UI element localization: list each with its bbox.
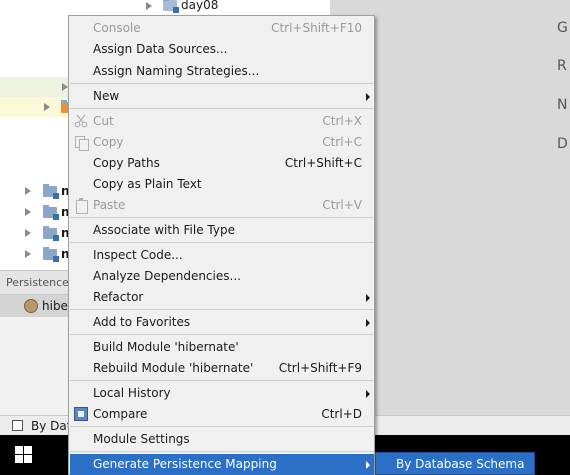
menu-separator <box>70 309 374 310</box>
menu-separator <box>70 83 374 84</box>
menu-item-label: Cut <box>93 114 114 128</box>
menu-item-compare[interactable]: Compare Ctrl+D <box>70 404 374 425</box>
menu-item-module-settings[interactable]: Module Settings <box>70 429 374 450</box>
compare-icon <box>74 407 88 421</box>
copy-icon <box>74 135 89 151</box>
submenu-item-by-database-schema[interactable]: By Database Schema <box>376 453 534 474</box>
module-folder-icon <box>43 205 59 220</box>
paste-icon <box>74 198 88 214</box>
submenu-arrow-icon <box>366 390 370 398</box>
menu-item-copy[interactable]: Copy Ctrl+C <box>70 132 374 153</box>
menu-item-label: Associate with File Type <box>93 223 235 237</box>
menu-item-label: Copy as Plain Text <box>93 177 202 191</box>
menu-item-assign-naming-strategies[interactable]: Assign Naming Strategies... <box>70 61 374 82</box>
tree-label-day08: day08 <box>181 0 219 12</box>
menu-item-label: Refactor <box>93 290 144 304</box>
menu-item-shortcut: Ctrl+Shift+F9 <box>278 361 362 375</box>
right-panel-letter: R <box>557 58 567 74</box>
menu-separator <box>70 451 374 452</box>
scissors-icon <box>74 114 88 128</box>
submenu-generate-persistence-mapping: By Database Schema <box>375 452 535 475</box>
menu-item-label: Paste <box>93 198 126 212</box>
menu-item-local-history[interactable]: Local History <box>70 383 374 404</box>
menu-item-label: Console <box>93 21 141 35</box>
menu-item-label: Rebuild Module 'hibernate' <box>93 361 254 375</box>
menu-item-assign-data-sources[interactable]: Assign Data Sources... <box>70 39 374 60</box>
menu-item-label: Assign Data Sources... <box>93 42 228 56</box>
submenu-arrow-icon <box>366 461 370 469</box>
expand-arrow-icon[interactable] <box>25 229 31 237</box>
hibernate-icon <box>24 299 38 313</box>
menu-item-generate-persistence-mapping[interactable]: Generate Persistence Mapping <box>70 454 374 475</box>
tree-row-day08[interactable]: day08 <box>0 0 330 16</box>
tab-persistence[interactable]: Persistence <box>6 276 69 289</box>
menu-item-label: Build Module 'hibernate' <box>93 340 239 354</box>
menu-item-cut[interactable]: Cut Ctrl+X <box>70 111 374 132</box>
module-folder-icon <box>43 226 59 241</box>
menu-item-shortcut: Ctrl+X <box>322 114 362 128</box>
menu-separator <box>70 334 374 335</box>
menu-item-label: Module Settings <box>93 432 190 446</box>
right-panel-letter: G <box>557 20 568 36</box>
menu-item-label: Generate Persistence Mapping <box>93 457 277 471</box>
windows-start-icon[interactable] <box>15 446 32 463</box>
menu-separator <box>70 108 374 109</box>
menu-separator <box>70 426 374 427</box>
context-menu: Console Ctrl+Shift+F10 Assign Data Sourc… <box>68 15 375 475</box>
expand-arrow-icon[interactable] <box>25 208 31 216</box>
menu-item-label: Copy <box>93 135 124 149</box>
menu-item-console[interactable]: Console Ctrl+Shift+F10 <box>70 18 374 39</box>
menu-item-rebuild-module[interactable]: Rebuild Module 'hibernate' Ctrl+Shift+F9 <box>70 358 374 379</box>
menu-item-label: Copy Paths <box>93 156 160 170</box>
menu-item-label: Inspect Code... <box>93 248 183 262</box>
menu-item-label: Assign Naming Strategies... <box>93 64 260 78</box>
menu-item-shortcut: Ctrl+Shift+F10 <box>271 21 362 35</box>
menu-item-associate-file-type[interactable]: Associate with File Type <box>70 220 374 241</box>
menu-item-paste[interactable]: Paste Ctrl+V <box>70 195 374 216</box>
submenu-arrow-icon <box>366 93 370 101</box>
menu-item-add-to-favorites[interactable]: Add to Favorites <box>70 312 374 333</box>
submenu-arrow-icon <box>366 294 370 302</box>
module-folder-icon <box>43 247 59 262</box>
menu-item-label: Local History <box>93 386 171 400</box>
menu-item-new[interactable]: New <box>70 86 374 107</box>
folder-icon <box>163 0 179 13</box>
expand-arrow-icon[interactable] <box>25 250 31 258</box>
status-label: By Dat <box>31 419 72 433</box>
menu-item-shortcut: Ctrl+V <box>322 198 362 212</box>
menu-item-refactor[interactable]: Refactor <box>70 287 374 308</box>
menu-item-shortcut: Ctrl+D <box>321 407 362 421</box>
menu-item-build-module[interactable]: Build Module 'hibernate' <box>70 337 374 358</box>
persistence-row-label: hibe <box>42 299 68 313</box>
menu-item-label: Add to Favorites <box>93 315 191 329</box>
menu-item-copy-as-plain-text[interactable]: Copy as Plain Text <box>70 174 374 195</box>
submenu-item-label: By Database Schema <box>396 457 525 471</box>
menu-item-copy-paths[interactable]: Copy Paths Ctrl+Shift+C <box>70 153 374 174</box>
submenu-arrow-icon <box>366 319 370 327</box>
menu-separator <box>70 242 374 243</box>
expand-arrow-icon[interactable] <box>25 187 31 195</box>
menu-item-analyze-dependencies[interactable]: Analyze Dependencies... <box>70 266 374 287</box>
right-panel-letter: N <box>557 97 568 113</box>
module-folder-icon <box>43 184 59 199</box>
menu-item-inspect-code[interactable]: Inspect Code... <box>70 245 374 266</box>
expand-arrow-icon[interactable] <box>146 2 152 10</box>
right-panel-letter: D <box>557 136 568 152</box>
menu-item-label: New <box>93 89 120 103</box>
menu-separator <box>70 380 374 381</box>
expand-arrow-icon[interactable] <box>44 103 50 111</box>
menu-item-label: Compare <box>93 407 148 421</box>
menu-item-shortcut: Ctrl+Shift+C <box>284 156 362 170</box>
status-icon <box>12 420 23 431</box>
menu-separator <box>70 217 374 218</box>
menu-item-label: Analyze Dependencies... <box>93 269 241 283</box>
menu-item-shortcut: Ctrl+C <box>322 135 362 149</box>
